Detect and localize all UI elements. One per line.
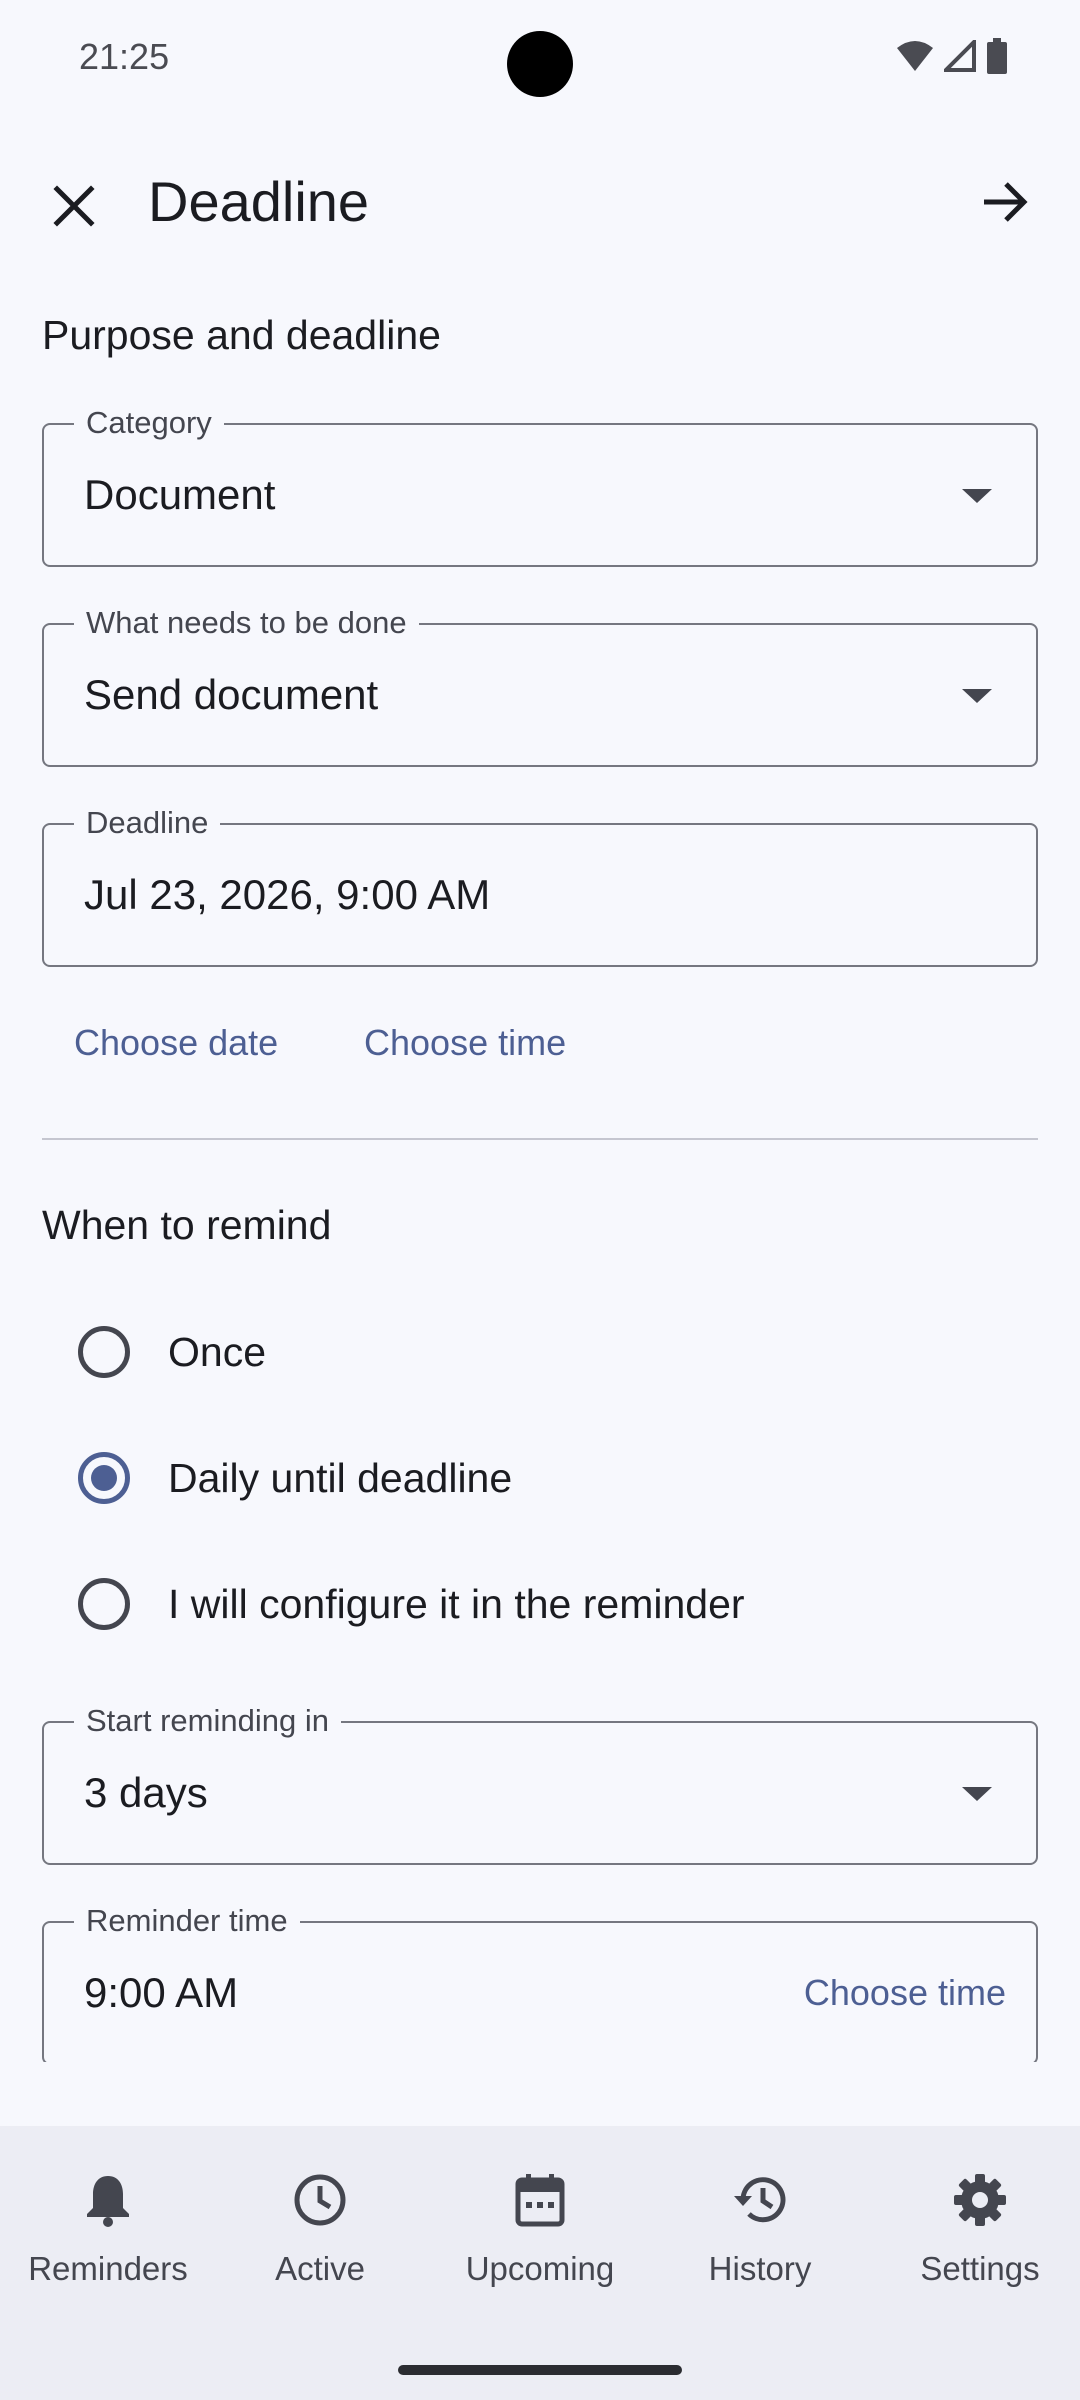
nav-item-active[interactable]: Active: [212, 2168, 428, 2288]
battery-icon: [987, 38, 1007, 74]
dropdown-arrow-icon: [962, 1787, 992, 1801]
reminder-time-field[interactable]: Reminder time 9:00 AM Choose time: [42, 1901, 1038, 2062]
nav-label: Active: [275, 2250, 365, 2287]
category-value: Document: [84, 471, 276, 518]
home-indicator[interactable]: [398, 2365, 682, 2375]
signal-icon: [944, 40, 976, 72]
radio-option-once[interactable]: Once: [42, 1297, 1038, 1407]
bottom-navigation: Reminders Active Upcoming History Settin…: [0, 2126, 1080, 2400]
divider: [42, 1138, 1038, 1140]
dropdown-arrow-icon: [962, 689, 992, 703]
close-button[interactable]: [30, 162, 118, 250]
start-reminding-value: 3 days: [84, 1769, 208, 1816]
category-dropdown[interactable]: Category Document: [42, 403, 1038, 567]
history-icon: [728, 2168, 792, 2232]
close-icon: [53, 185, 95, 227]
deadline-value: Jul 23, 2026, 9:00 AM: [84, 871, 491, 918]
wifi-icon: [897, 41, 933, 71]
reminder-choose-time-button[interactable]: Choose time: [804, 1923, 1006, 2062]
choose-time-button[interactable]: Choose time: [364, 1022, 566, 1064]
nav-label: Settings: [920, 2250, 1040, 2287]
choose-date-button[interactable]: Choose date: [74, 1022, 278, 1064]
arrow-forward-icon: [984, 182, 1028, 222]
task-value: Send document: [84, 671, 379, 718]
reminder-time-value: 9:00 AM: [84, 1969, 239, 2016]
deadline-field[interactable]: Deadline Jul 23, 2026, 9:00 AM: [42, 803, 1038, 967]
radio-button[interactable]: [78, 1326, 130, 1378]
task-dropdown[interactable]: What needs to be done Send document: [42, 603, 1038, 767]
reminder-time-clip: Reminder time 9:00 AM Choose time: [0, 1900, 1080, 2062]
nav-item-settings[interactable]: Settings: [872, 2168, 1080, 2288]
radio-button[interactable]: [78, 1578, 130, 1630]
nav-item-reminders[interactable]: Reminders: [0, 2168, 216, 2288]
section-title-purpose: Purpose and deadline: [42, 312, 441, 358]
camera-cutout: [507, 31, 573, 97]
start-reminding-dropdown[interactable]: Start reminding in 3 days: [42, 1701, 1038, 1865]
calendar-icon: [508, 2168, 572, 2232]
section-title-remind: When to remind: [42, 1202, 332, 1248]
nav-label: History: [708, 2250, 812, 2287]
status-time: 21:25: [79, 36, 170, 77]
bell-icon: [76, 2168, 140, 2232]
radio-label: Once: [168, 1328, 266, 1375]
page-title: Deadline: [148, 170, 370, 233]
radio-button-selected[interactable]: [78, 1452, 130, 1504]
nav-label: Upcoming: [465, 2250, 615, 2287]
next-button[interactable]: [962, 158, 1050, 246]
clock-icon: [288, 2168, 352, 2232]
radio-label: I will configure it in the reminder: [168, 1580, 745, 1627]
radio-option-configure[interactable]: I will configure it in the reminder: [42, 1549, 1038, 1659]
status-icons: [896, 38, 1008, 74]
radio-option-daily[interactable]: Daily until deadline: [42, 1423, 1038, 1533]
dropdown-arrow-icon: [962, 489, 992, 503]
nav-item-history[interactable]: History: [652, 2168, 868, 2288]
nav-label: Reminders: [28, 2250, 188, 2287]
radio-label: Daily until deadline: [168, 1454, 513, 1501]
nav-item-upcoming[interactable]: Upcoming: [432, 2168, 648, 2288]
gear-icon: [948, 2168, 1012, 2232]
